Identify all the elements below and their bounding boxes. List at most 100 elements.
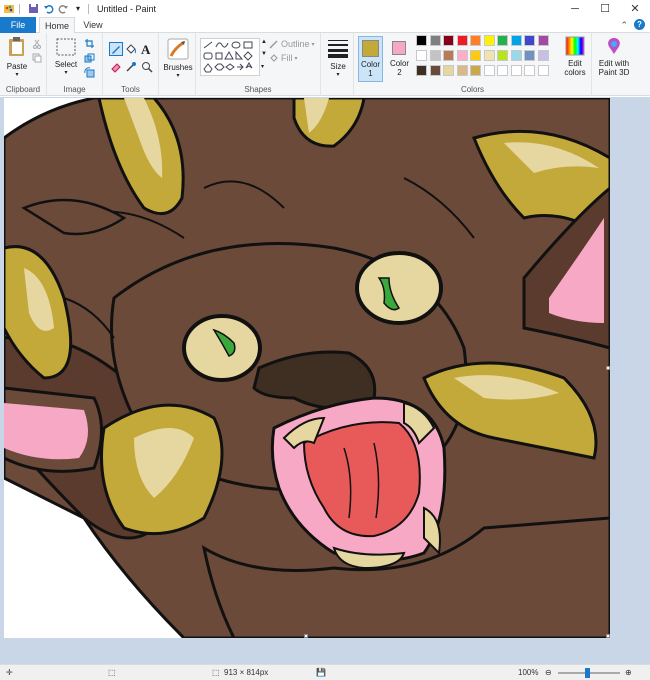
shapes-group: ▲ ▼ ▾ Outline ▾ Fill ▾ Shapes <box>196 33 321 96</box>
colors-group: Color 1 Color 2 Edit colors Colors <box>354 33 592 96</box>
outline-label: Outline <box>281 39 310 49</box>
size-label: Size <box>330 62 346 71</box>
zoom-slider[interactable] <box>558 668 620 678</box>
resize-icon[interactable] <box>84 53 96 65</box>
palette-swatch[interactable] <box>416 35 427 46</box>
fill-label: Fill <box>281 53 293 63</box>
fill-bucket-icon <box>270 54 278 62</box>
collapse-ribbon-icon[interactable]: ⌃ <box>620 20 628 31</box>
close-button[interactable]: ✕ <box>620 0 650 17</box>
select-dropdown-icon: ▾ <box>64 70 68 76</box>
save-icon[interactable] <box>27 3 39 15</box>
tab-view[interactable]: View <box>78 17 108 33</box>
zoom-slider-thumb[interactable] <box>585 668 590 678</box>
undo-icon[interactable] <box>42 3 54 15</box>
palette-swatch[interactable] <box>483 65 495 76</box>
resize-handle-right[interactable] <box>606 366 610 370</box>
palette-swatch[interactable] <box>470 65 481 76</box>
ribbon-tabs: File Home View ⌃ ? <box>0 17 650 34</box>
rotate-icon[interactable] <box>84 67 96 79</box>
palette-swatch[interactable] <box>483 50 495 61</box>
palette-swatch[interactable] <box>510 35 522 46</box>
palette-swatch[interactable] <box>537 65 549 76</box>
paint-app-icon[interactable] <box>3 3 15 15</box>
palette-swatch[interactable] <box>416 65 427 76</box>
palette-swatch[interactable] <box>470 50 481 61</box>
select-icon <box>56 38 76 56</box>
select-label: Select <box>54 60 78 69</box>
paste-dropdown-icon: ▾ <box>15 72 19 78</box>
size-button[interactable]: Size ▾ <box>325 38 351 80</box>
palette-swatch[interactable] <box>443 50 454 61</box>
maximize-button[interactable]: ☐ <box>590 0 620 17</box>
image-group-label: Image <box>63 85 86 94</box>
redo-icon[interactable] <box>57 3 69 15</box>
paste-button[interactable]: Paste ▾ <box>6 36 28 78</box>
resize-handle-corner[interactable] <box>606 634 610 638</box>
minimize-button[interactable]: ─ <box>560 0 590 17</box>
outline-dropdown-icon: ▾ <box>311 41 315 48</box>
titlebar-separator <box>88 3 89 14</box>
palette-swatch[interactable] <box>497 35 508 46</box>
palette-swatch[interactable] <box>524 65 535 76</box>
zoom-out-icon[interactable]: ⊖ <box>545 668 552 677</box>
crop-icon[interactable] <box>84 38 96 50</box>
brushes-group: Brushes ▾ <box>159 33 196 96</box>
selection-size-icon: ⬚ <box>108 668 116 677</box>
window-controls: ─ ☐ ✕ <box>560 0 650 17</box>
drawing-canvas[interactable] <box>4 98 610 638</box>
color-picker-icon[interactable] <box>125 61 137 73</box>
palette-swatch[interactable] <box>429 50 441 61</box>
tab-home[interactable]: Home <box>39 17 75 34</box>
palette-swatch[interactable] <box>429 65 441 76</box>
palette-swatch[interactable] <box>510 50 522 61</box>
palette-swatch[interactable] <box>429 35 441 46</box>
palette-swatch[interactable] <box>416 50 427 61</box>
palette-swatch[interactable] <box>537 35 549 46</box>
text-icon[interactable]: A <box>141 42 153 57</box>
eraser-icon[interactable] <box>110 61 122 73</box>
cursor-position-icon: ✛ <box>6 668 13 677</box>
tools-group-label: Tools <box>121 85 140 94</box>
fill-button[interactable]: Fill ▾ <box>269 53 298 63</box>
palette-swatch[interactable] <box>456 35 468 46</box>
palette-swatch[interactable] <box>483 35 495 46</box>
copy-icon[interactable] <box>32 53 44 65</box>
palette-swatch[interactable] <box>497 65 508 76</box>
fill-icon[interactable] <box>125 43 137 55</box>
palette-swatch[interactable] <box>510 65 522 76</box>
resize-handle-bottom[interactable] <box>304 634 308 638</box>
customize-quick-access-icon[interactable]: ▾ <box>72 3 84 15</box>
tab-file[interactable]: File <box>0 17 36 33</box>
palette-swatch[interactable] <box>443 65 454 76</box>
palette-swatch[interactable] <box>443 35 454 46</box>
palette-swatch[interactable] <box>497 50 508 61</box>
help-icon[interactable]: ? <box>634 19 645 30</box>
clipboard-group-label: Clipboard <box>5 85 41 94</box>
palette-swatch[interactable] <box>524 35 535 46</box>
shapes-gallery[interactable] <box>200 38 260 76</box>
palette-swatch[interactable] <box>524 50 535 61</box>
palette-swatch[interactable] <box>456 65 468 76</box>
magnifier-icon[interactable] <box>141 61 153 73</box>
zoom-in-icon[interactable]: ⊕ <box>625 668 632 677</box>
colors-group-label: Colors <box>460 85 485 94</box>
edit-colors-button[interactable]: Edit colors <box>560 36 590 82</box>
cut-icon[interactable] <box>32 39 44 51</box>
palette-swatch[interactable] <box>456 50 468 61</box>
edit-colors-label: Edit colors <box>564 59 586 77</box>
brush-icon <box>167 38 189 60</box>
canvas-artwork <box>4 98 610 638</box>
select-button[interactable]: Select ▾ <box>53 38 79 78</box>
brushes-button[interactable]: Brushes ▾ <box>163 38 193 82</box>
edit-with-paint3d-button[interactable]: Edit with Paint 3D <box>594 36 634 84</box>
color1-button[interactable]: Color 1 <box>358 36 383 82</box>
color2-button[interactable]: Color 2 <box>387 36 412 82</box>
palette-swatch[interactable] <box>537 50 549 61</box>
shapes-expand-icon[interactable]: ▾ <box>261 63 273 75</box>
workspace <box>0 97 650 664</box>
shapes-group-label: Shapes <box>244 85 272 94</box>
palette-swatch[interactable] <box>470 35 481 46</box>
outline-button[interactable]: Outline ▾ <box>269 39 315 49</box>
pencil-tool[interactable] <box>109 42 123 56</box>
